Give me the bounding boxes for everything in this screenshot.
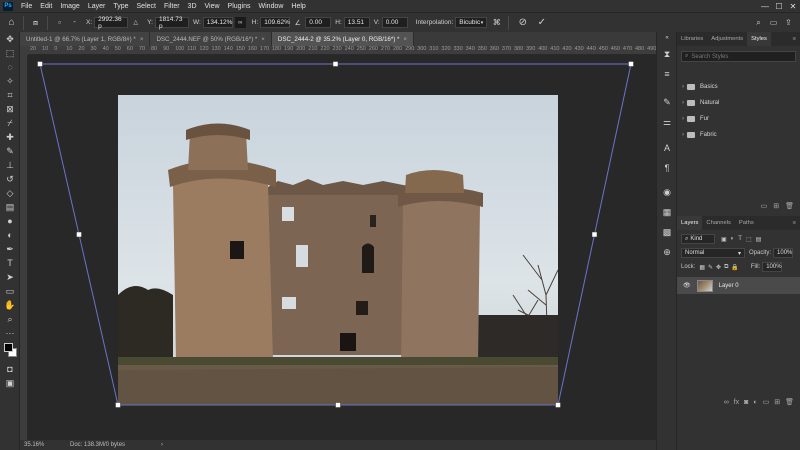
tab-adjustments[interactable]: Adjustments bbox=[707, 32, 747, 46]
adjust-sliders-icon[interactable]: ⚌ bbox=[657, 112, 677, 132]
opacity-label: Opacity: bbox=[749, 250, 772, 256]
new-group-icon[interactable]: ▭ bbox=[761, 202, 768, 210]
history-icon[interactable]: ⧗ bbox=[657, 44, 677, 64]
lock-pixels-icon[interactable]: ▦ bbox=[699, 264, 705, 271]
filter-type-icon[interactable]: T bbox=[738, 236, 742, 242]
folder-label: Basics bbox=[700, 84, 718, 90]
chevron-right-icon: › bbox=[682, 84, 684, 90]
libraries-icon[interactable]: ⊕ bbox=[657, 242, 677, 262]
fill-field[interactable]: 100% bbox=[762, 262, 783, 272]
paragraph-icon[interactable]: ¶ bbox=[657, 158, 677, 178]
folder-label: Fabric bbox=[700, 132, 717, 138]
transform-handle-bottom-center[interactable] bbox=[335, 402, 341, 408]
tab-libraries[interactable]: Libraries bbox=[677, 32, 707, 46]
chevron-right-icon: › bbox=[682, 116, 684, 122]
filter-pixel-icon[interactable]: ▣ bbox=[721, 236, 727, 243]
transform-handle-top-center[interactable] bbox=[332, 61, 339, 67]
layer-thumbnail bbox=[696, 279, 713, 292]
search-icon: ⌕ bbox=[685, 235, 689, 242]
transform-handle-bottom-left[interactable] bbox=[115, 402, 121, 408]
blend-mode-value: Normal bbox=[685, 250, 705, 256]
adjustment-layer-icon[interactable]: ◐ bbox=[753, 399, 757, 406]
link-layers-icon[interactable]: ∞ bbox=[724, 399, 729, 406]
new-group-icon[interactable]: ▭ bbox=[763, 398, 770, 406]
search-icon: ⌕ bbox=[685, 53, 689, 59]
transform-handle-bottom-right[interactable] bbox=[555, 402, 561, 408]
status-bar: 35.16% Doc: 138.3M/0 bytes › bbox=[20, 440, 676, 450]
right-panels: Libraries Adjustments Styles ≡ ⌕ Search … bbox=[676, 32, 800, 450]
style-folder-basics[interactable]: › Basics bbox=[677, 79, 800, 95]
layers-panel-tabs: Layers Channels Paths ≡ bbox=[677, 216, 800, 230]
lock-brush-icon[interactable]: ✎ bbox=[708, 264, 713, 271]
tab-styles[interactable]: Styles bbox=[747, 32, 771, 46]
lock-position-icon[interactable]: ✥ bbox=[716, 264, 721, 271]
filter-smart-icon[interactable]: ▤ bbox=[756, 236, 762, 243]
filter-shape-icon[interactable]: ⬚ bbox=[746, 236, 752, 243]
folder-icon bbox=[687, 100, 695, 106]
chevron-down-icon: ▾ bbox=[737, 250, 741, 257]
new-layer-icon[interactable]: ⊞ bbox=[774, 398, 780, 406]
properties-icon[interactable]: ≡ bbox=[657, 64, 677, 84]
folder-icon bbox=[687, 132, 695, 138]
collapse-panels-icon[interactable]: « bbox=[657, 32, 677, 44]
transform-handle-middle-right[interactable] bbox=[591, 231, 598, 238]
folder-label: Fur bbox=[700, 116, 709, 122]
layer-kind-filter[interactable]: ⌕ Kind bbox=[681, 234, 715, 244]
chevron-right-icon: › bbox=[682, 132, 684, 138]
character-icon[interactable]: A bbox=[657, 138, 677, 158]
zoom-level[interactable]: 35.16% bbox=[24, 442, 60, 448]
transform-handle-middle-left[interactable] bbox=[76, 231, 82, 238]
style-folder-natural[interactable]: › Natural bbox=[677, 95, 800, 111]
lock-row: Lock: ▦ ✎ ✥ ⧉ 🔒 Fill: 100% bbox=[677, 261, 800, 273]
tab-channels[interactable]: Channels bbox=[702, 216, 735, 230]
brush-settings-icon[interactable]: ✎ bbox=[657, 92, 677, 112]
layer-name[interactable]: Layer 0 bbox=[719, 283, 739, 289]
search-placeholder: Search Styles bbox=[691, 53, 729, 60]
opacity-field[interactable]: 100% bbox=[773, 248, 794, 258]
transform-handle-top-left[interactable] bbox=[37, 61, 43, 67]
delete-layer-icon[interactable]: 🗑 bbox=[785, 398, 794, 406]
status-menu-arrow[interactable]: › bbox=[161, 442, 163, 448]
add-mask-icon[interactable]: ◙ bbox=[744, 399, 748, 406]
blend-row: Normal ▾ Opacity: 100% bbox=[677, 247, 800, 259]
style-folder-fabric[interactable]: › Fabric bbox=[677, 127, 800, 143]
folder-label: Natural bbox=[700, 100, 720, 106]
swatches-icon[interactable]: ▩ bbox=[657, 222, 677, 242]
color-icon[interactable]: ▦ bbox=[657, 202, 677, 222]
eye-icon[interactable]: 👁 bbox=[683, 282, 691, 289]
styles-panel-tabs: Libraries Adjustments Styles ≡ bbox=[677, 32, 800, 46]
style-folder-fur[interactable]: › Fur bbox=[677, 111, 800, 127]
document-size: Doc: 138.3M/0 bytes bbox=[70, 442, 126, 448]
blend-mode-select[interactable]: Normal ▾ bbox=[681, 248, 745, 258]
layer-row[interactable]: 👁 Layer 0 bbox=[677, 277, 800, 294]
tab-paths[interactable]: Paths bbox=[735, 216, 758, 230]
camera-icon[interactable]: ◉ bbox=[657, 182, 677, 202]
chevron-right-icon: › bbox=[682, 100, 684, 106]
fx-icon[interactable]: fx bbox=[734, 399, 739, 406]
foreground-color-swatch[interactable] bbox=[4, 343, 13, 352]
kind-label: Kind bbox=[690, 236, 703, 242]
lock-label: Lock: bbox=[681, 264, 696, 270]
layer-filter-row: ⌕ Kind ▣ ◐ T ⬚ ▤ bbox=[677, 233, 800, 245]
delete-icon[interactable]: 🗑 bbox=[785, 202, 794, 210]
fill-label: Fill: bbox=[750, 264, 761, 270]
layers-panel-footer: ∞ fx ◙ ◐ ▭ ⊞ 🗑 bbox=[677, 396, 800, 408]
folder-icon bbox=[687, 84, 695, 90]
lock-all-icon[interactable]: 🔒 bbox=[731, 264, 738, 271]
panel-menu-icon[interactable]: ≡ bbox=[789, 216, 800, 230]
panel-icon-strip: « ⧗ ≡ ✎ ⚌ A ¶ ◉ ▦ ▩ ⊕ bbox=[656, 32, 676, 450]
new-style-icon[interactable]: ⊞ bbox=[773, 202, 779, 210]
tab-layers[interactable]: Layers bbox=[677, 216, 703, 230]
panel-menu-icon[interactable]: ≡ bbox=[789, 32, 800, 46]
lock-artboard-icon[interactable]: ⧉ bbox=[724, 264, 728, 271]
transform-handle-top-right[interactable] bbox=[628, 61, 634, 67]
folder-icon bbox=[687, 116, 695, 122]
styles-panel-footer: ▭ ⊞ 🗑 bbox=[677, 200, 800, 212]
filter-adjust-icon[interactable]: ◐ bbox=[731, 236, 735, 242]
styles-search-input[interactable]: ⌕ Search Styles bbox=[681, 51, 796, 62]
